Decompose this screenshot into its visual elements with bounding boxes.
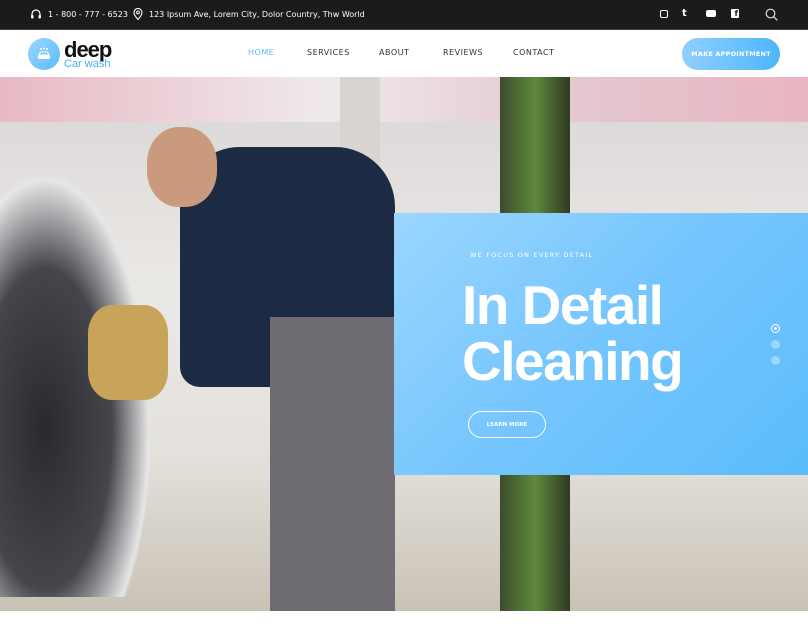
slide-dot-3[interactable] [771,356,780,365]
learn-more-button[interactable]: LEARN MORE [468,411,546,438]
youtube-icon[interactable] [706,10,716,17]
hero-kicker: WE FOCUS ON EVERY DETAIL [470,251,594,259]
nav-about[interactable]: ABOUT [379,48,409,57]
make-appointment-button[interactable]: MAKE APPOINTMENT [682,38,780,70]
hero-title: In Detail Cleaning [462,274,684,392]
instagram-icon[interactable] [660,10,668,18]
slide-dot-1[interactable] [771,324,780,333]
nav-contact[interactable]: CONTACT [513,48,554,57]
phone-contact: 1 - 800 - 777 - 6523 [30,8,128,20]
hero-title-line2: Cleaning [462,330,684,392]
facebook-icon[interactable]: f [731,9,739,18]
hero-slider: WE FOCUS ON EVERY DETAIL In Detail Cleani… [0,77,808,611]
search-icon[interactable] [765,8,778,21]
phone-number[interactable]: 1 - 800 - 777 - 6523 [48,10,128,19]
hero-panel: WE FOCUS ON EVERY DETAIL In Detail Cleani… [394,213,808,475]
logo[interactable]: deep Car wash [28,38,112,70]
car-wash-logo-icon [28,38,60,70]
logo-tagline: Car wash [64,57,111,70]
map-pin-icon [133,8,143,20]
headset-icon [31,9,41,19]
address-text: 123 Ipsum Ave, Lorem City, Dolor Country… [149,9,365,19]
slide-dot-2[interactable] [771,340,780,349]
hero-title-line1: In Detail [462,274,664,336]
top-bar: 1 - 800 - 777 - 6523 123 Ipsum Ave, Lore… [0,0,808,29]
main-header: deep Car wash HOME SERVICES ABOUT REVIEWS… [0,29,808,77]
nav-home[interactable]: HOME [248,48,274,57]
nav-services[interactable]: SERVICES [307,48,350,57]
address-contact: 123 Ipsum Ave, Lorem City, Dolor Country… [133,8,365,20]
twitter-icon[interactable]: t [682,8,687,19]
nav-reviews[interactable]: REVIEWS [443,48,483,57]
